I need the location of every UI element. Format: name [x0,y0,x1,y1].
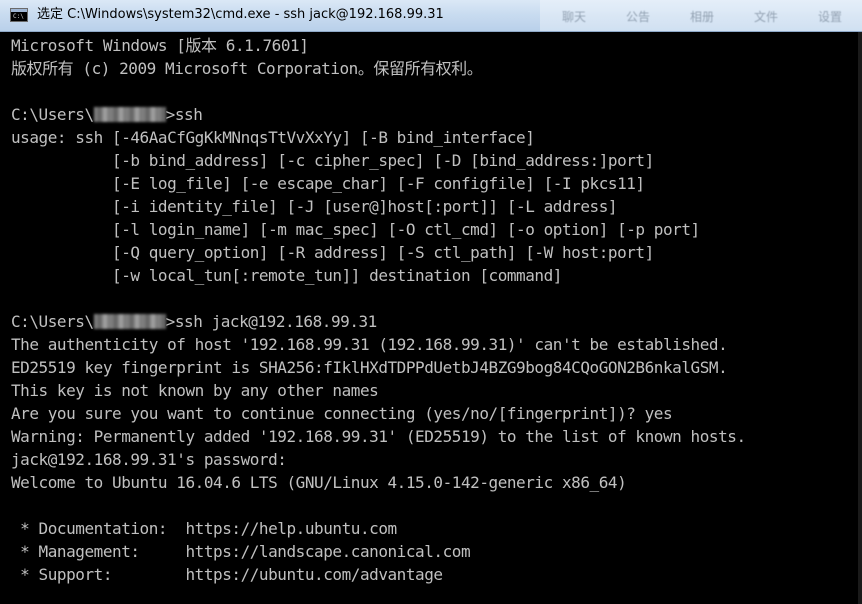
console-line: This key is not known by any other names [11,381,379,400]
cmd-window: C:\ 选定 C:\Windows\system32\cmd.exe - ssh… [0,0,862,604]
background-app-window[interactable]: 聊天 公告 相册 文件 设置 [540,0,862,31]
console-line: Warning: Permanently added '192.168.99.3… [11,427,746,446]
console-line: [-w local_tun[:remote_tun]] destination … [11,266,562,285]
console-line: * Management: https://landscape.canonica… [11,542,471,561]
console-line: * Documentation: https://help.ubuntu.com [11,519,397,538]
background-tab[interactable]: 文件 [754,8,778,25]
redacted-username [93,314,166,329]
console-line: [-l login_name] [-m mac_spec] [-O ctl_cm… [11,220,700,239]
background-tab[interactable]: 相册 [690,8,714,25]
console-window-icon[interactable]: C:\ [10,8,28,22]
console-icon-bar [11,9,27,12]
background-tab[interactable]: 聊天 [562,8,586,25]
console-output[interactable]: Microsoft Windows [版本 6.1.7601] 版权所有 (c) … [0,32,862,604]
console-icon-prompt: C:\ [13,13,24,20]
redacted-username [93,107,166,122]
background-tab[interactable]: 设置 [818,8,842,25]
console-line: The authenticity of host '192.168.99.31 … [11,335,728,354]
prompt-path-prefix: C:\Users\ [11,105,94,124]
title-bar[interactable]: C:\ 选定 C:\Windows\system32\cmd.exe - ssh… [0,0,862,32]
console-line: [-i identity_file] [-J [user@]host[:port… [11,197,618,216]
console-line: C:\Users\ >ssh jack@192.168.99.31 [11,310,862,333]
console-line: * Support: https://ubuntu.com/advantage [11,565,443,584]
console-line: ED25519 key fingerprint is SHA256:fIklHX… [11,358,728,377]
console-scroll-edge [858,32,862,604]
console-line: Are you sure you want to continue connec… [11,404,673,423]
console-line: [-Q query_option] [-R address] [-S ctl_p… [11,243,654,262]
background-tab[interactable]: 公告 [626,8,650,25]
window-title: 选定 C:\Windows\system32\cmd.exe - ssh jac… [37,7,444,22]
console-line: [-E log_file] [-e escape_char] [-F confi… [11,174,645,193]
console-line: Microsoft Windows [版本 6.1.7601] [11,36,309,55]
console-line: 版权所有 (c) 2009 Microsoft Corporation。保留所有… [11,59,483,78]
prompt-command: >ssh [165,105,203,124]
console-line: [-b bind_address] [-c cipher_spec] [-D [… [11,151,654,170]
prompt-command: >ssh jack@192.168.99.31 [165,312,378,331]
prompt-path-prefix: C:\Users\ [11,312,94,331]
console-line: Welcome to Ubuntu 16.04.6 LTS (GNU/Linux… [11,473,627,492]
console-line: usage: ssh [-46AaCfGgKkMNnqsTtVvXxYy] [-… [11,128,535,147]
console-line: C:\Users\ >ssh [11,103,862,126]
console-line: jack@192.168.99.31's password: [11,450,287,469]
